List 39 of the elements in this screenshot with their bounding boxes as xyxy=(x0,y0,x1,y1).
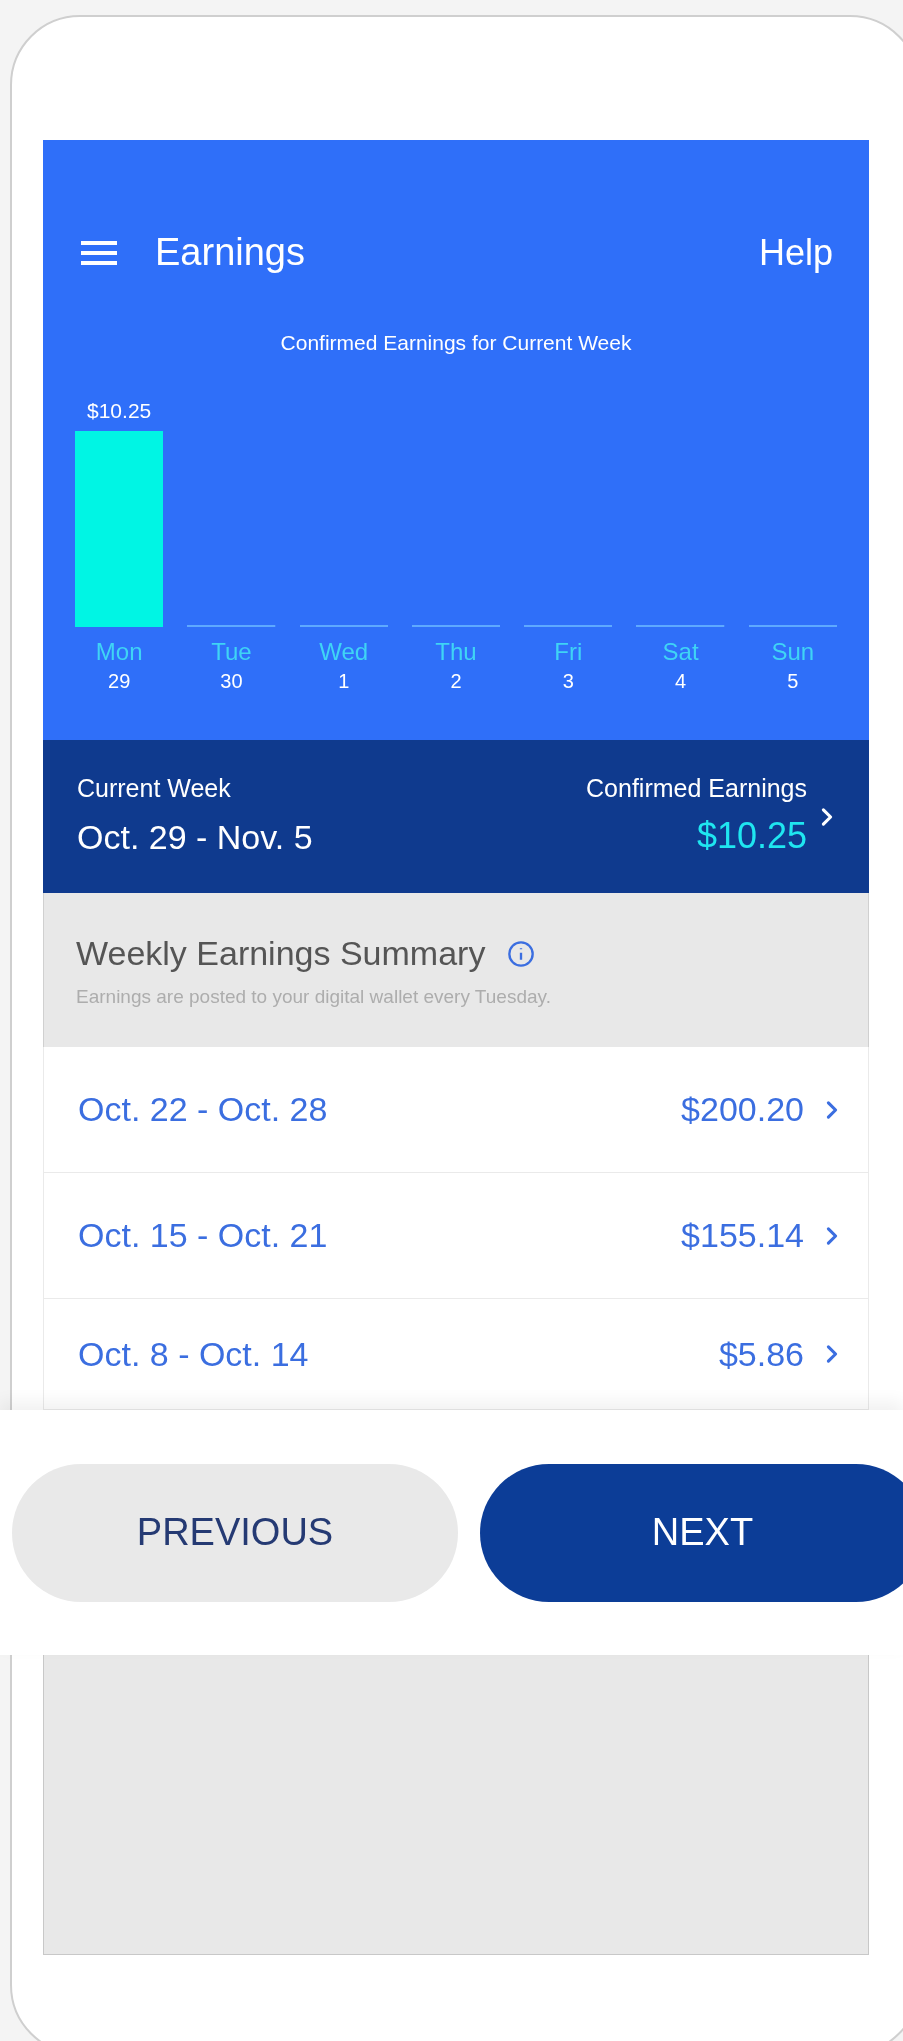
bar-value-label: $10.25 xyxy=(86,398,153,424)
chevron-right-icon xyxy=(826,1344,838,1364)
summary-subtitle: Earnings are posted to your digital wallet every Tuesday. xyxy=(76,985,552,1010)
current-week-banner[interactable]: Current Week Oct. 29 - Nov. 5 Confirmed Earnings $10.25 xyxy=(43,740,869,893)
summary-title: Weekly Earnings Summary xyxy=(76,933,486,975)
confirmed-earnings-amount: $10.25 xyxy=(696,814,807,859)
page-title: Earnings xyxy=(155,230,305,275)
current-week-range: Oct. 29 - Nov. 5 xyxy=(77,816,313,858)
current-week-label: Current Week xyxy=(77,773,232,805)
day-label: Tue xyxy=(210,636,253,667)
day-number: 4 xyxy=(674,668,688,694)
previous-button[interactable]: PREVIOUS xyxy=(12,1463,458,1602)
day-number: 30 xyxy=(219,668,244,694)
day-number: 5 xyxy=(786,668,800,694)
day-label: Sun xyxy=(770,636,816,667)
chevron-right-icon xyxy=(826,1099,838,1120)
day-label: Thu xyxy=(434,636,478,667)
info-icon[interactable] xyxy=(507,939,536,968)
help-link[interactable]: Help xyxy=(758,225,833,280)
week-row[interactable]: Oct. 8 - Oct. 14 $5.86 xyxy=(43,1299,869,1410)
chevron-right-icon xyxy=(826,1225,838,1246)
week-row[interactable]: Oct. 22 - Oct. 28 $200.20 xyxy=(43,1047,869,1173)
week-amount: $155.14 xyxy=(681,1215,804,1256)
confirmed-earnings-label: Confirmed Earnings xyxy=(586,772,807,804)
day-number: 29 xyxy=(107,668,132,694)
next-button[interactable]: NEXT xyxy=(480,1463,903,1602)
day-number: 3 xyxy=(561,668,575,694)
day-label: Wed xyxy=(318,636,370,667)
day-label: Mon xyxy=(94,636,144,667)
day-label: Sat xyxy=(661,636,700,667)
week-amount: $200.20 xyxy=(681,1089,804,1130)
day-label: Fri xyxy=(553,636,584,667)
chart-title: Confirmed Earnings for Current Week xyxy=(279,330,633,356)
day-number: 2 xyxy=(449,668,463,694)
menu-icon[interactable] xyxy=(79,238,119,267)
week-amount: $5.86 xyxy=(718,1333,804,1375)
week-row[interactable]: Oct. 15 - Oct. 21 $155.14 xyxy=(43,1173,869,1299)
chevron-right-icon xyxy=(821,806,833,827)
day-number: 1 xyxy=(337,668,351,694)
